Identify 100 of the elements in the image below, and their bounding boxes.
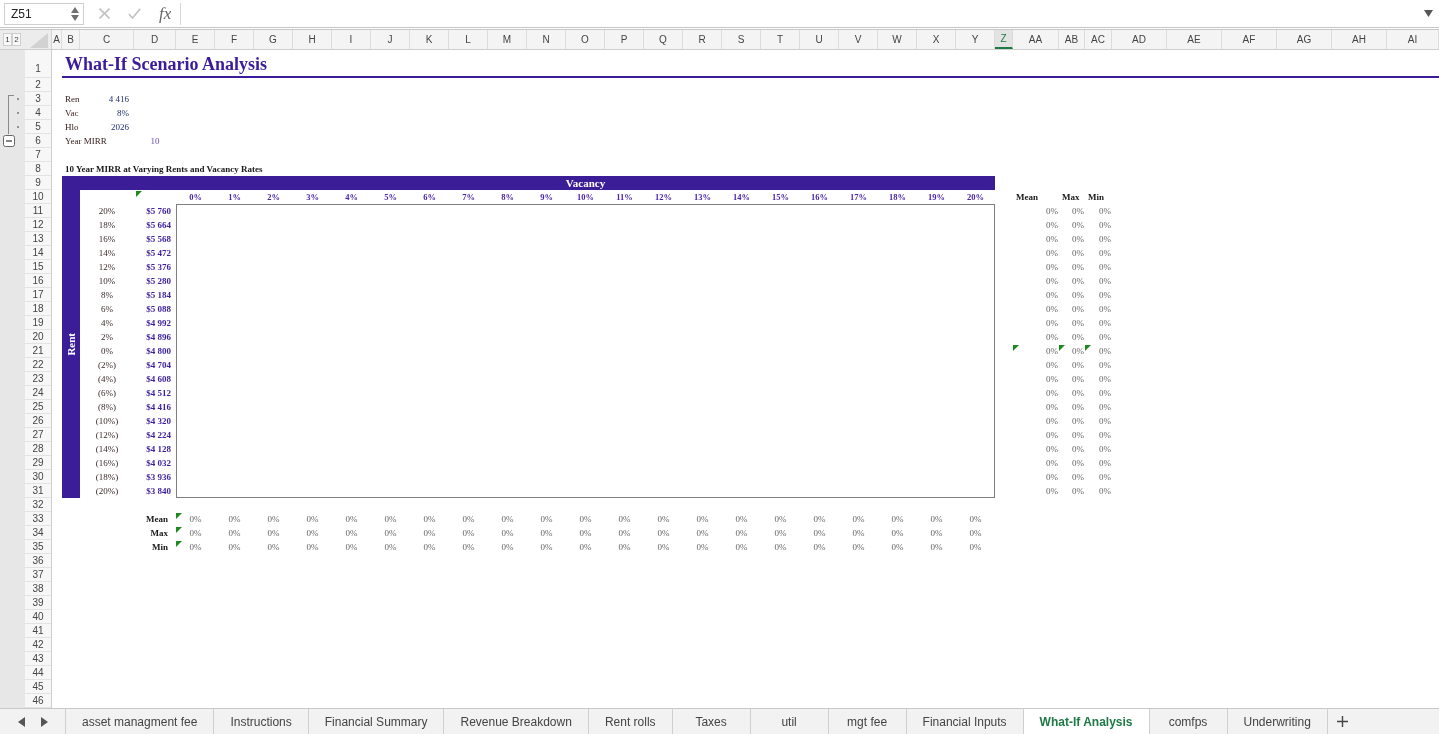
sheet-tab[interactable]: What-If Analysis (1022, 709, 1149, 734)
row-header[interactable]: 26 (25, 414, 51, 428)
column-header[interactable]: H (293, 30, 332, 49)
sheet-tab[interactable]: comfps (1148, 709, 1227, 734)
row-header[interactable]: 45 (25, 680, 51, 694)
column-header[interactable]: I (332, 30, 371, 49)
minus-box-icon[interactable] (3, 135, 15, 147)
row-header[interactable]: 38 (25, 582, 51, 596)
row-header[interactable]: 13 (25, 232, 51, 246)
column-header[interactable]: M (488, 30, 527, 49)
sheet-tab[interactable]: Financial Summary (307, 709, 444, 734)
row-header[interactable]: 30 (25, 470, 51, 484)
row-header[interactable]: 18 (25, 302, 51, 316)
column-header[interactable]: V (839, 30, 878, 49)
outline-level-button[interactable]: 1 (3, 33, 12, 46)
row-header[interactable]: 35 (25, 540, 51, 554)
row-header[interactable]: 16 (25, 274, 51, 288)
check-icon[interactable] (128, 8, 141, 19)
row-header[interactable]: 6 (25, 134, 51, 148)
column-header[interactable]: S (722, 30, 761, 49)
row-header[interactable]: 17 (25, 288, 51, 302)
row-header[interactable]: 5 (25, 120, 51, 134)
column-header[interactable]: F (215, 30, 254, 49)
column-header[interactable]: AB (1059, 30, 1085, 49)
column-header[interactable]: B (62, 30, 80, 49)
row-header[interactable]: 24 (25, 386, 51, 400)
column-header[interactable]: E (176, 30, 215, 49)
row-header[interactable]: 8 (25, 162, 51, 176)
row-header[interactable]: 25 (25, 400, 51, 414)
row-header[interactable]: 15 (25, 260, 51, 274)
row-header[interactable]: 3 (25, 92, 51, 106)
column-header[interactable]: AA (1013, 30, 1059, 49)
row-header[interactable]: 23 (25, 372, 51, 386)
row-header[interactable]: 43 (25, 652, 51, 666)
column-header[interactable]: K (410, 30, 449, 49)
column-header[interactable]: AF (1222, 30, 1277, 49)
row-header[interactable]: 42 (25, 638, 51, 652)
row-header[interactable]: 40 (25, 610, 51, 624)
column-header[interactable]: Z (995, 30, 1013, 49)
column-header[interactable]: W (878, 30, 917, 49)
outline-level-button[interactable]: 2 (12, 33, 21, 46)
column-header[interactable]: AC (1085, 30, 1112, 49)
row-header[interactable]: 31 (25, 484, 51, 498)
row-header[interactable]: 32 (25, 498, 51, 512)
column-header[interactable]: L (449, 30, 488, 49)
column-header[interactable]: J (371, 30, 410, 49)
column-header[interactable]: Q (644, 30, 683, 49)
stepper-icon[interactable] (71, 6, 79, 21)
column-header[interactable]: AH (1332, 30, 1387, 49)
row-header[interactable]: 34 (25, 526, 51, 540)
row-header[interactable]: 22 (25, 358, 51, 372)
right-arrow-icon[interactable] (40, 716, 48, 727)
sheet-tab[interactable]: Rent rolls (587, 709, 672, 734)
column-header[interactable]: AE (1167, 30, 1222, 49)
row-header[interactable]: 11 (25, 204, 51, 218)
row-header[interactable]: 33 (25, 512, 51, 526)
row-header[interactable]: 1 (25, 50, 51, 78)
row-header[interactable]: 21 (25, 344, 51, 358)
row-header[interactable]: 10 (25, 190, 51, 204)
column-header[interactable]: G (254, 30, 293, 49)
column-header[interactable]: O (566, 30, 605, 49)
insert-function-button[interactable]: fx (159, 3, 172, 24)
sheet-tab[interactable]: util (749, 709, 828, 734)
row-header[interactable]: 7 (25, 148, 51, 162)
row-header[interactable]: 44 (25, 666, 51, 680)
name-box[interactable]: Z51 (4, 2, 84, 25)
column-header[interactable]: AI (1387, 30, 1439, 49)
row-header[interactable]: 41 (25, 624, 51, 638)
sheet-tab[interactable]: mgt fee (827, 709, 906, 734)
sheet-tab[interactable]: Taxes (671, 709, 750, 734)
caret-icon[interactable] (1424, 10, 1433, 17)
column-header[interactable]: R (683, 30, 722, 49)
row-header[interactable]: 28 (25, 442, 51, 456)
row-header[interactable]: 39 (25, 596, 51, 610)
column-header[interactable]: A (52, 30, 62, 49)
column-header[interactable]: T (761, 30, 800, 49)
row-header[interactable]: 14 (25, 246, 51, 260)
row-header[interactable]: 37 (25, 568, 51, 582)
row-header[interactable]: 12 (25, 218, 51, 232)
row-header[interactable]: 9 (25, 176, 51, 190)
column-header[interactable]: C (80, 30, 134, 49)
row-header[interactable]: 36 (25, 554, 51, 568)
row-header[interactable]: 29 (25, 456, 51, 470)
row-header[interactable]: 2 (25, 78, 51, 92)
column-header[interactable]: AG (1277, 30, 1332, 49)
column-header[interactable]: U (800, 30, 839, 49)
row-header[interactable]: 19 (25, 316, 51, 330)
row-header[interactable]: 20 (25, 330, 51, 344)
sheet-tab[interactable]: Instructions (213, 709, 308, 734)
column-header[interactable]: X (917, 30, 956, 49)
sheet-tab[interactable]: Financial Inputs (905, 709, 1023, 734)
column-header[interactable]: D (134, 30, 176, 49)
row-header[interactable]: 4 (25, 106, 51, 120)
column-header[interactable]: P (605, 30, 644, 49)
column-header[interactable]: AD (1112, 30, 1167, 49)
left-arrow-icon[interactable] (17, 716, 25, 727)
sheet-tab[interactable]: asset managment fee (65, 709, 214, 734)
sheet-tab[interactable]: Revenue Breakdown (443, 709, 588, 734)
row-header[interactable]: 27 (25, 428, 51, 442)
column-header[interactable]: N (527, 30, 566, 49)
